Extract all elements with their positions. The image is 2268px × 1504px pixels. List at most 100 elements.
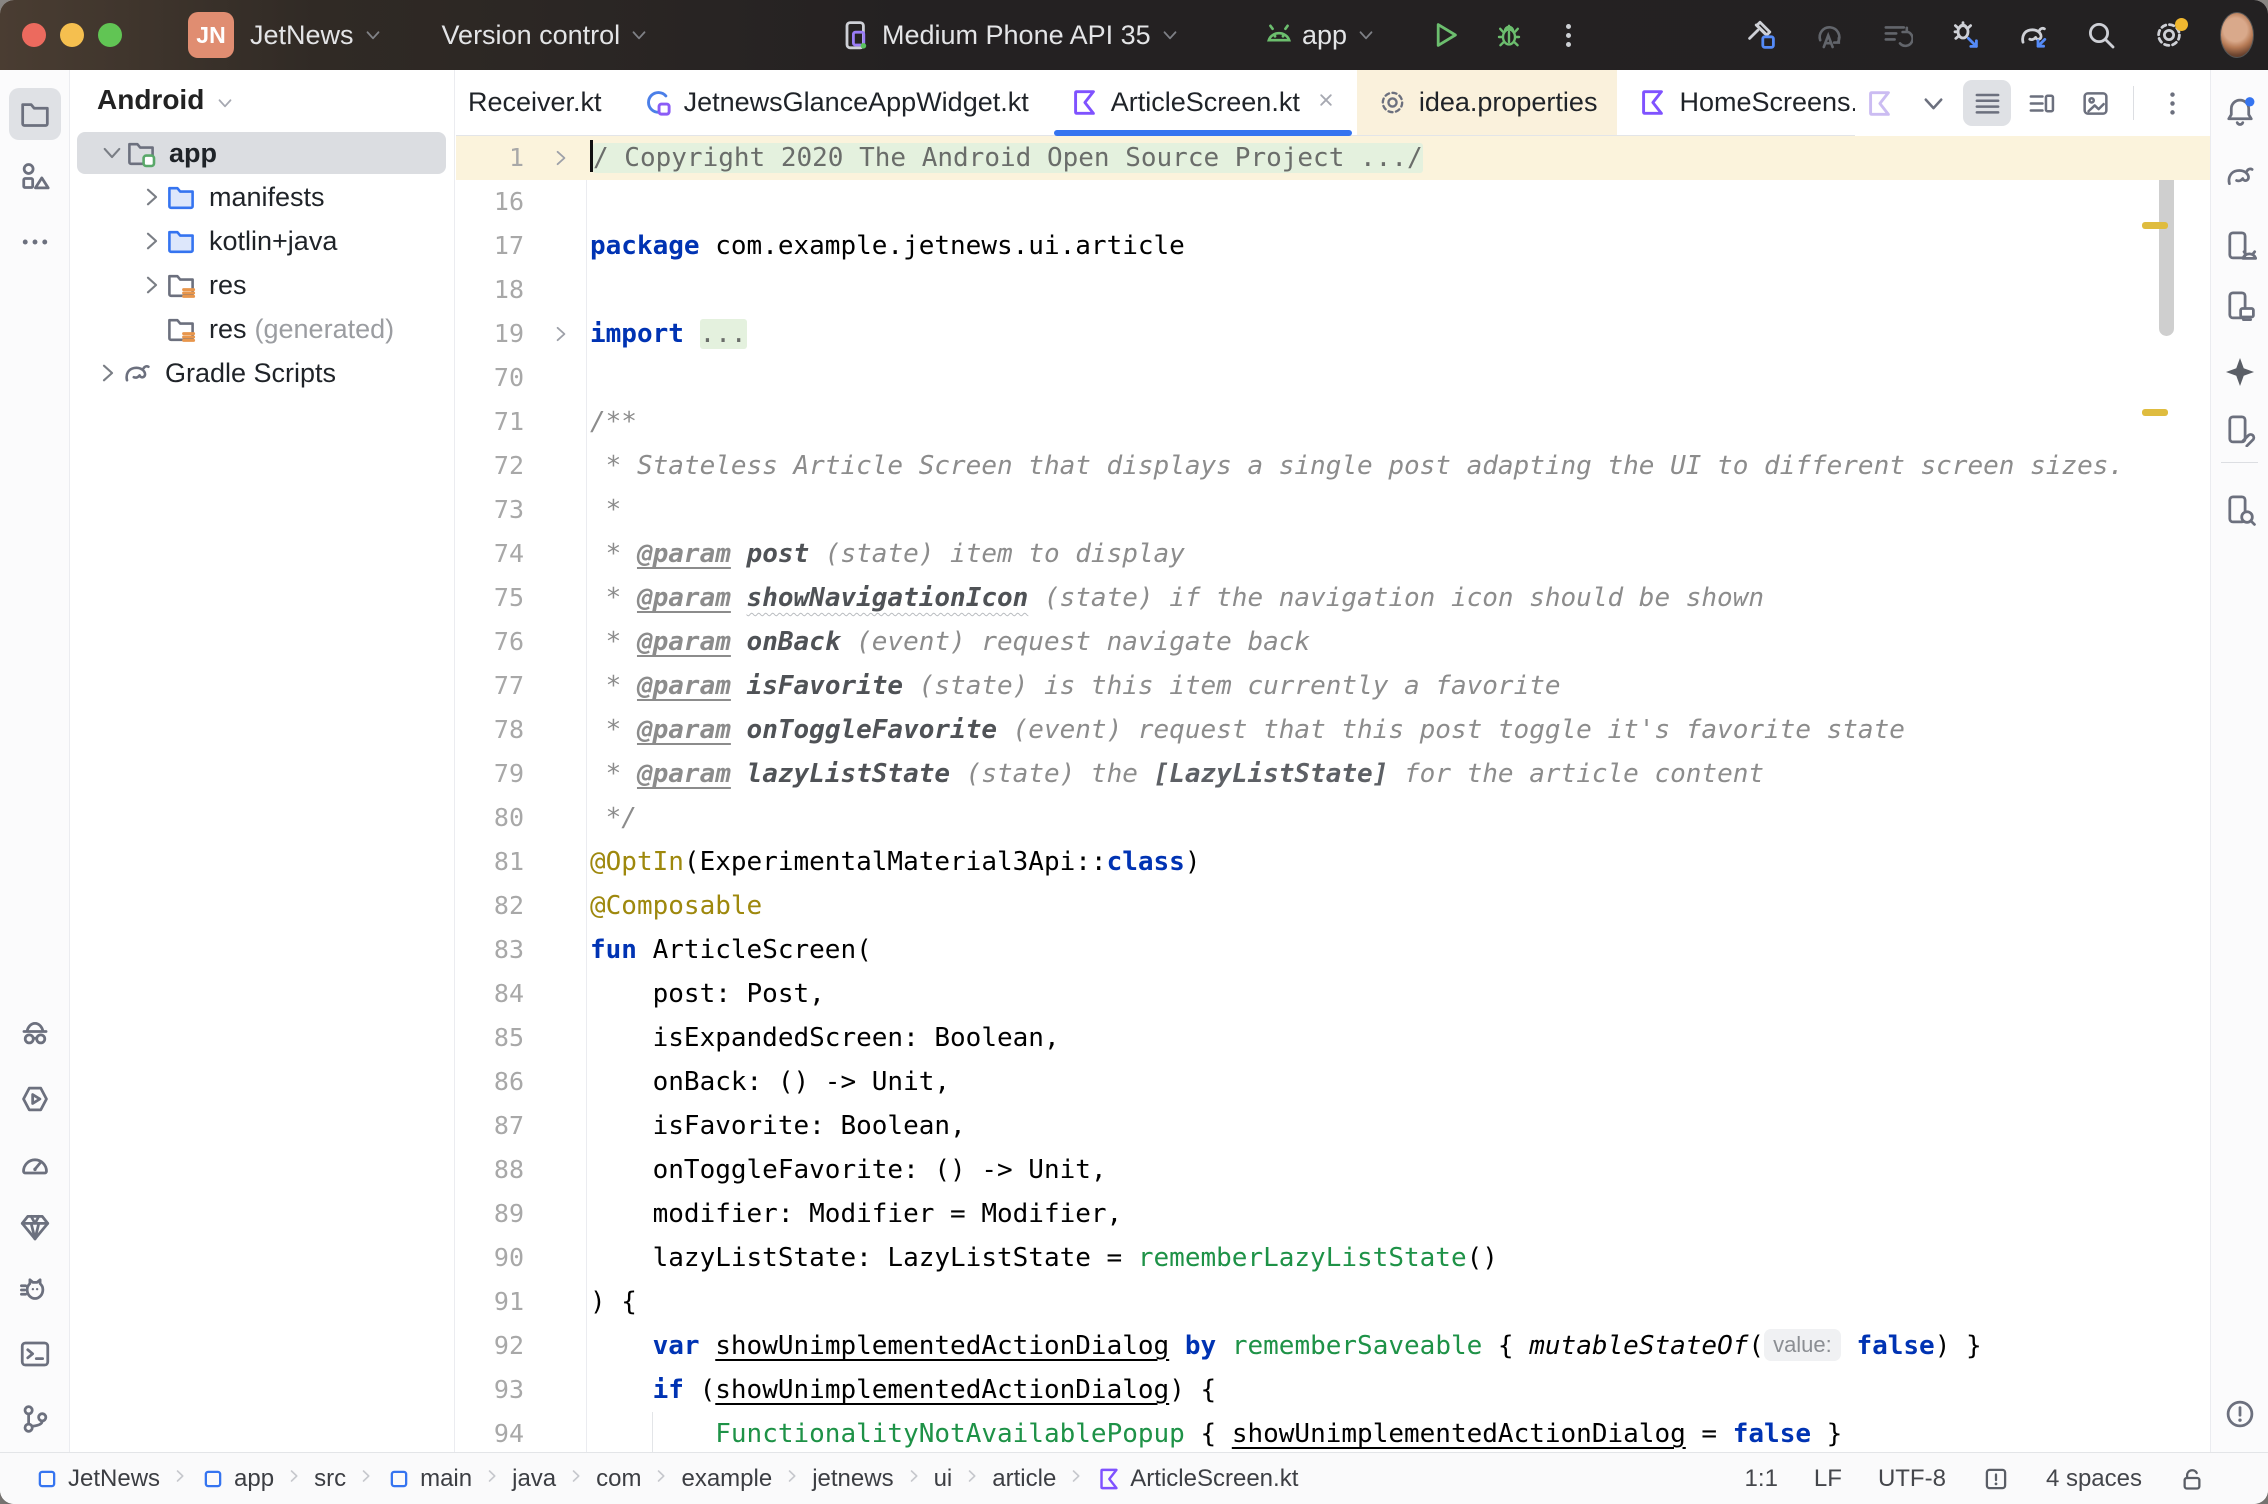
- code-line-1[interactable]: 1/ Copyright 2020 The Android Open Sourc…: [456, 136, 2210, 180]
- tab-jetnewsglanceappwidget-kt[interactable]: JetnewsGlanceAppWidget.kt: [622, 70, 1049, 135]
- breadcrumb-item-jetnews[interactable]: JetNews: [28, 1463, 166, 1495]
- more-kebab-button[interactable]: [2148, 80, 2196, 126]
- project-widget[interactable]: JetNews: [234, 20, 384, 51]
- code-line-84[interactable]: 84 post: Post,: [456, 972, 2210, 1016]
- profiler-hex-play-button[interactable]: [9, 1073, 61, 1125]
- tree-item-res[interactable]: res: [77, 264, 446, 306]
- line-ending[interactable]: LF: [1814, 1465, 1842, 1493]
- breadcrumb-item-main[interactable]: main: [380, 1463, 478, 1495]
- minimize-window-button[interactable]: [60, 23, 84, 47]
- resource-manager-button[interactable]: [9, 150, 61, 202]
- benchmark-gauge-button[interactable]: [9, 1137, 61, 1189]
- run-config-selector[interactable]: app: [1262, 0, 1377, 70]
- code-line-16[interactable]: 16: [456, 180, 2210, 224]
- warning-stripe-mark[interactable]: [2142, 222, 2168, 229]
- tree-item-res[interactable]: res(generated): [77, 308, 446, 350]
- file-encoding[interactable]: UTF-8: [1878, 1465, 1946, 1493]
- rerun-list-icon[interactable]: [1880, 18, 1914, 52]
- git-branch-button[interactable]: [9, 1393, 61, 1445]
- code-line-76[interactable]: 76 * @param onBack (event) request navig…: [456, 620, 2210, 664]
- build-hammer-icon[interactable]: [1744, 18, 1778, 52]
- code-line-87[interactable]: 87 isFavorite: Boolean,: [456, 1104, 2210, 1148]
- close-window-button[interactable]: [22, 23, 46, 47]
- indent-config[interactable]: 4 spaces: [2046, 1465, 2142, 1493]
- line-view-button[interactable]: [1963, 80, 2011, 126]
- gradle-sync-icon[interactable]: [2016, 18, 2050, 52]
- breadcrumb-item-app[interactable]: app: [194, 1463, 280, 1495]
- todo-box-icon[interactable]: [1982, 1465, 2010, 1493]
- device-selector[interactable]: Medium Phone API 35: [838, 0, 1181, 70]
- tree-chevron-icon[interactable]: [139, 272, 165, 298]
- code-line-80[interactable]: 80 */: [456, 796, 2210, 840]
- app-inspection-button[interactable]: [2214, 484, 2266, 536]
- warning-stripe-mark[interactable]: [2142, 409, 2168, 416]
- code-line-92[interactable]: 92 var showUnimplementedActionDialog by …: [456, 1324, 2210, 1368]
- terminal-button[interactable]: [9, 1328, 61, 1380]
- code-line-78[interactable]: 78 * @param onToggleFavorite (event) req…: [456, 708, 2210, 752]
- tree-chevron-icon[interactable]: [99, 140, 125, 166]
- code-line-94[interactable]: 94 FunctionalityNotAvailablePopup { show…: [456, 1412, 2210, 1452]
- gradle-elephant-button[interactable]: [2214, 150, 2266, 202]
- code-line-93[interactable]: 93 if (showUnimplementedActionDialog) {: [456, 1368, 2210, 1412]
- code-line-89[interactable]: 89 modifier: Modifier = Modifier,: [456, 1192, 2210, 1236]
- code-line-90[interactable]: 90 lazyListState: LazyListState = rememb…: [456, 1236, 2210, 1280]
- tree-chevron-icon[interactable]: [95, 360, 121, 386]
- breadcrumb-item-java[interactable]: java: [506, 1463, 562, 1495]
- fold-arrow-icon[interactable]: [550, 136, 580, 180]
- code-line-77[interactable]: 77 * @param isFavorite (state) is this i…: [456, 664, 2210, 708]
- code-line-73[interactable]: 73 *: [456, 488, 2210, 532]
- tree-chevron-icon[interactable]: [139, 184, 165, 210]
- close-icon[interactable]: [1311, 87, 1337, 118]
- unlock-icon[interactable]: [2178, 1465, 2206, 1493]
- running-devices-phone-button[interactable]: [2214, 220, 2266, 272]
- gemini-sparkle-button[interactable]: [2214, 346, 2266, 398]
- breadcrumb-item-article[interactable]: article: [986, 1463, 1062, 1495]
- code-line-81[interactable]: 81@OptIn(ExperimentalMaterial3Api::class…: [456, 840, 2210, 884]
- code-line-18[interactable]: 18: [456, 268, 2210, 312]
- chevron-down-button[interactable]: [1909, 80, 1957, 126]
- project-view-selector[interactable]: Android: [71, 70, 454, 130]
- code-line-79[interactable]: 79 * @param lazyListState (state) the [L…: [456, 752, 2210, 796]
- code-line-88[interactable]: 88 onToggleFavorite: () -> Unit,: [456, 1148, 2210, 1192]
- code-line-71[interactable]: 71/**: [456, 400, 2210, 444]
- project-folder-button[interactable]: [9, 88, 61, 140]
- more-actions-button[interactable]: [1566, 0, 1571, 70]
- profile-run-icon[interactable]: [1812, 18, 1846, 52]
- code-line-19[interactable]: 19import ...: [456, 312, 2210, 356]
- breadcrumb-item-com[interactable]: com: [590, 1463, 647, 1495]
- tree-item-gradle-scripts[interactable]: Gradle Scripts: [77, 352, 446, 394]
- code-editor[interactable]: 1/ Copyright 2020 The Android Open Sourc…: [456, 136, 2210, 1452]
- code-line-17[interactable]: 17package com.example.jetnews.ui.article: [456, 224, 2210, 268]
- notifications-bell-button[interactable]: [2214, 86, 2266, 138]
- debug-button[interactable]: [1492, 0, 1526, 70]
- code-line-83[interactable]: 83fun ArticleScreen(: [456, 928, 2210, 972]
- code-line-86[interactable]: 86 onBack: () -> Unit,: [456, 1060, 2210, 1104]
- vcs-widget[interactable]: Version control: [442, 20, 651, 51]
- tree-item-app[interactable]: app: [77, 132, 446, 174]
- breadcrumb-item-articlescreen-kt[interactable]: ArticleScreen.kt: [1090, 1463, 1304, 1495]
- breadcrumb-item-jetnews[interactable]: jetnews: [806, 1463, 899, 1495]
- tree-chevron-icon[interactable]: [139, 228, 165, 254]
- logcat-cat-button[interactable]: [9, 1264, 61, 1316]
- fold-arrow-icon[interactable]: [550, 312, 580, 356]
- code-line-75[interactable]: 75 * @param showNavigationIcon (state) i…: [456, 576, 2210, 620]
- settings-gear-icon[interactable]: [2152, 18, 2186, 52]
- caret-position[interactable]: 1:1: [1745, 1465, 1778, 1493]
- zoom-window-button[interactable]: [98, 23, 122, 47]
- code-line-85[interactable]: 85 isExpandedScreen: Boolean,: [456, 1016, 2210, 1060]
- code-line-70[interactable]: 70: [456, 356, 2210, 400]
- problems-button[interactable]: [2214, 1388, 2266, 1440]
- search-everywhere-icon[interactable]: [2084, 18, 2118, 52]
- code-line-82[interactable]: 82@Composable: [456, 884, 2210, 928]
- device-mirror-button[interactable]: [2214, 280, 2266, 332]
- attach-debugger-icon[interactable]: [1948, 18, 1982, 52]
- code-line-91[interactable]: 91) {: [456, 1280, 2210, 1324]
- device-explorer-spy-button[interactable]: [9, 1008, 61, 1060]
- code-line-72[interactable]: 72 * Stateless Article Screen that displ…: [456, 444, 2210, 488]
- breadcrumb-item-ui[interactable]: ui: [928, 1463, 959, 1495]
- tab-idea-properties[interactable]: idea.properties: [1357, 70, 1618, 135]
- more-dots-button[interactable]: [9, 216, 61, 268]
- user-avatar[interactable]: [2220, 18, 2254, 52]
- kotlin-faded-button[interactable]: [1855, 80, 1903, 126]
- preview-view-button[interactable]: [2071, 80, 2119, 126]
